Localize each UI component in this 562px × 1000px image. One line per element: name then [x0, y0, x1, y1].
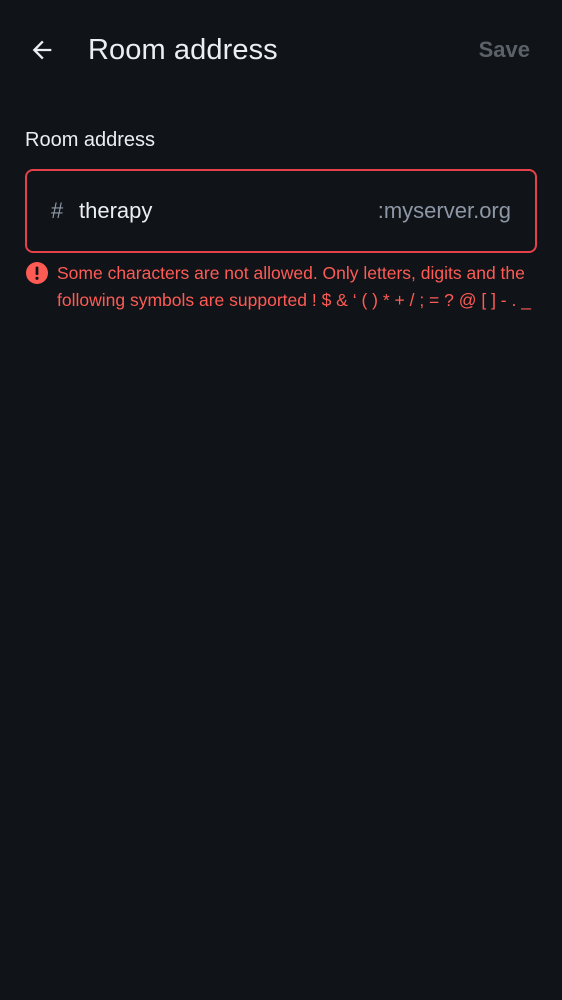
room-address-input-value[interactable]: therapy	[79, 196, 152, 226]
top-app-bar: Room address Save	[0, 0, 562, 100]
error-text: Some characters are not allowed. Only le…	[57, 263, 531, 310]
hash-prefix: #	[51, 198, 64, 223]
error-icon	[26, 262, 48, 284]
arrow-left-icon	[32, 40, 52, 60]
room-address-field[interactable]: # therapy :myserver.org	[25, 169, 537, 253]
room-address-label: Room address	[25, 129, 156, 151]
save-button[interactable]: Save	[479, 32, 530, 68]
server-suffix: :myserver.org	[377, 198, 511, 223]
back-button[interactable]	[18, 26, 66, 74]
page-title: Room address	[88, 34, 278, 66]
